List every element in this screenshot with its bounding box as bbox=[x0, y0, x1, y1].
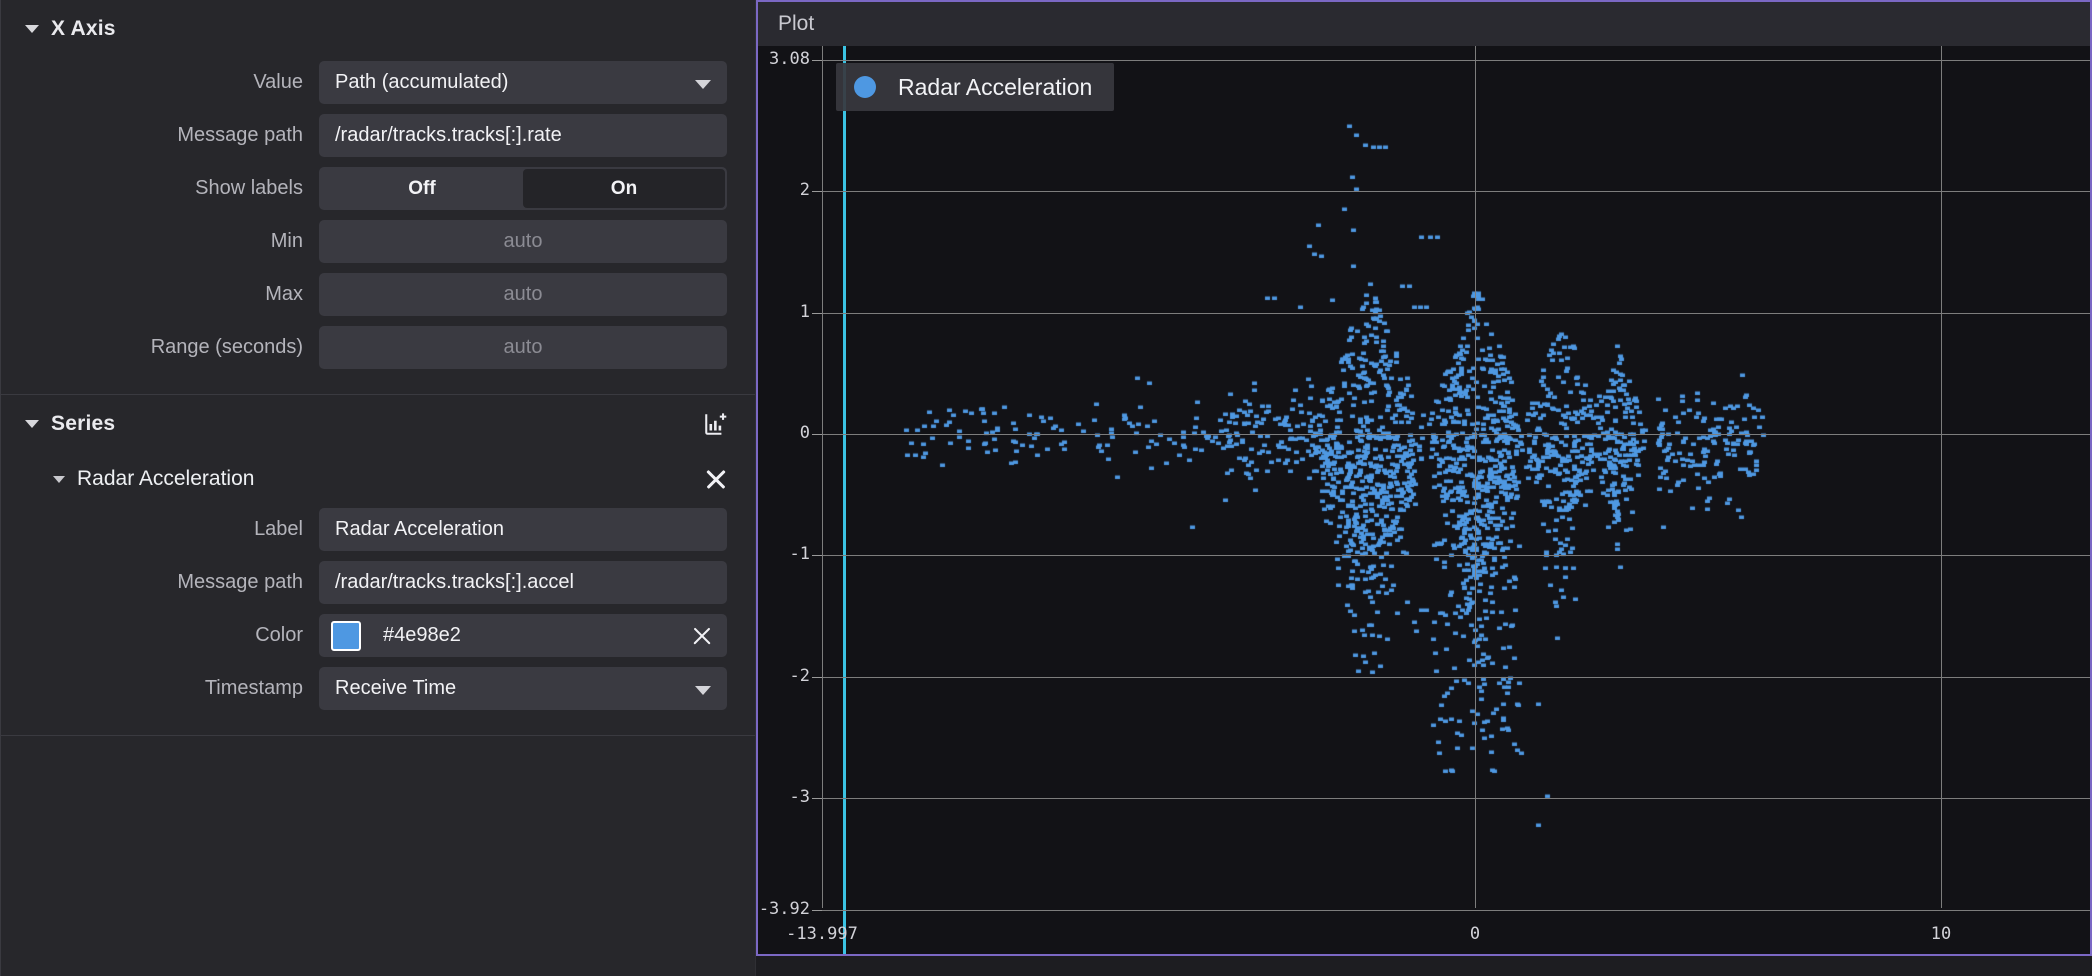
y-tick bbox=[812, 555, 822, 556]
show-labels-off-option[interactable]: Off bbox=[321, 169, 523, 208]
x-gridline bbox=[1475, 46, 1476, 908]
plot-panel-title: Plot bbox=[778, 12, 814, 36]
min-placeholder: auto bbox=[335, 230, 711, 253]
message-path-label: Message path bbox=[1, 124, 319, 147]
min-label: Min bbox=[1, 230, 319, 253]
y-axis-tick-label: 2 bbox=[800, 180, 810, 200]
series-section: Series Radar Acceleration bbox=[1, 395, 755, 735]
max-label: Max bbox=[1, 283, 319, 306]
chevron-down-icon bbox=[695, 686, 711, 695]
y-gridline bbox=[822, 555, 2090, 556]
y-axis-tick-label: 0 bbox=[800, 423, 810, 443]
x-gridline bbox=[1941, 46, 1942, 908]
y-axis-tick-label: -1 bbox=[790, 544, 810, 564]
value-select[interactable]: Path (accumulated) bbox=[319, 61, 727, 104]
message-path-value: /radar/tracks.tracks[:].rate bbox=[335, 124, 562, 147]
series-message-path-value: /radar/tracks.tracks[:].accel bbox=[335, 571, 574, 594]
series-timestamp-select[interactable]: Receive Time bbox=[319, 667, 727, 710]
range-seconds-input[interactable]: auto bbox=[319, 326, 727, 369]
sidebar-empty-area bbox=[1, 735, 755, 976]
field-row-max: Max auto bbox=[1, 270, 755, 319]
field-row-show-labels: Show labels Off On bbox=[1, 164, 755, 213]
x-axis-tick-label: -13.997 bbox=[786, 924, 858, 944]
x-axis-tick-label: 0 bbox=[1470, 924, 1480, 944]
value-select-text: Path (accumulated) bbox=[335, 71, 508, 94]
x-axis-tick-label: 10 bbox=[1931, 924, 1951, 944]
y-tick bbox=[812, 910, 822, 911]
add-chart-icon[interactable] bbox=[699, 407, 733, 441]
range-seconds-placeholder: auto bbox=[335, 336, 711, 359]
series-timestamp-label: Timestamp bbox=[1, 677, 319, 700]
show-labels-on-option[interactable]: On bbox=[523, 169, 725, 208]
playback-cursor-line[interactable] bbox=[843, 46, 846, 954]
series-item-header[interactable]: Radar Acceleration bbox=[1, 453, 755, 505]
plot-panel-header[interactable]: Plot bbox=[758, 2, 2090, 46]
x-gridline bbox=[822, 46, 823, 908]
field-row-range-seconds: Range (seconds) auto bbox=[1, 323, 755, 372]
min-input[interactable]: auto bbox=[319, 220, 727, 263]
series-message-path-input[interactable]: /radar/tracks.tracks[:].accel bbox=[319, 561, 727, 604]
series-label-label: Label bbox=[1, 518, 319, 541]
y-gridline bbox=[822, 434, 2090, 435]
series-color-input[interactable]: #4e98e2 bbox=[319, 614, 727, 657]
y-tick bbox=[812, 60, 822, 61]
y-tick bbox=[812, 798, 822, 799]
close-icon[interactable] bbox=[701, 464, 731, 494]
field-row-series-label: Label Radar Acceleration bbox=[1, 505, 755, 554]
color-swatch[interactable] bbox=[331, 621, 361, 651]
message-path-input[interactable]: /radar/tracks.tracks[:].rate bbox=[319, 114, 727, 157]
series-section-header[interactable]: Series bbox=[1, 395, 755, 453]
field-row-series-color: Color #4e98e2 bbox=[1, 611, 755, 660]
show-labels-label: Show labels bbox=[1, 177, 319, 200]
y-tick bbox=[812, 191, 822, 192]
show-labels-toggle[interactable]: Off On bbox=[319, 167, 727, 210]
caret-down-icon[interactable] bbox=[25, 25, 39, 33]
y-gridline bbox=[822, 313, 2090, 314]
y-tick bbox=[812, 434, 822, 435]
field-row-series-timestamp: Timestamp Receive Time bbox=[1, 664, 755, 713]
field-row-value: Value Path (accumulated) bbox=[1, 58, 755, 107]
x-axis-section-header[interactable]: X Axis bbox=[1, 0, 755, 58]
y-axis-tick-label: -3 bbox=[790, 787, 810, 807]
settings-sidebar: X Axis Value Path (accumulated) Message … bbox=[0, 0, 756, 976]
range-seconds-label: Range (seconds) bbox=[1, 336, 319, 359]
legend-color-dot bbox=[854, 76, 876, 98]
field-row-message-path-x: Message path /radar/tracks.tracks[:].rat… bbox=[1, 111, 755, 160]
max-placeholder: auto bbox=[335, 283, 711, 306]
series-timestamp-value: Receive Time bbox=[335, 677, 456, 700]
x-axis-title: X Axis bbox=[51, 17, 116, 41]
series-label-value: Radar Acceleration bbox=[335, 518, 504, 541]
y-axis-tick-label: -2 bbox=[790, 666, 810, 686]
y-axis-tick-label: -3.92 bbox=[759, 899, 810, 919]
caret-down-icon[interactable] bbox=[53, 476, 65, 483]
y-gridline bbox=[822, 191, 2090, 192]
y-gridline bbox=[822, 677, 2090, 678]
scatter-plot-canvas[interactable] bbox=[758, 46, 2090, 954]
y-axis-tick-label: 3.08 bbox=[769, 49, 810, 69]
y-axis-tick-label: 1 bbox=[800, 302, 810, 322]
field-row-series-message-path: Message path /radar/tracks.tracks[:].acc… bbox=[1, 558, 755, 607]
series-message-path-label: Message path bbox=[1, 571, 319, 594]
max-input[interactable]: auto bbox=[319, 273, 727, 316]
series-title: Series bbox=[51, 412, 115, 436]
plot-panel: Plot Radar Acceleration 3.08210-1-2-3-3.… bbox=[756, 0, 2092, 956]
y-gridline bbox=[822, 798, 2090, 799]
legend-label: Radar Acceleration bbox=[898, 74, 1092, 101]
value-label: Value bbox=[1, 71, 319, 94]
y-gridline bbox=[822, 60, 2090, 61]
series-color-label: Color bbox=[1, 624, 319, 647]
y-tick bbox=[812, 677, 822, 678]
plot-legend[interactable]: Radar Acceleration bbox=[836, 63, 1114, 111]
y-gridline bbox=[822, 910, 2090, 911]
series-item-name: Radar Acceleration bbox=[77, 467, 254, 491]
field-row-min: Min auto bbox=[1, 217, 755, 266]
chevron-down-icon bbox=[695, 80, 711, 89]
y-tick bbox=[812, 313, 822, 314]
close-icon[interactable] bbox=[691, 625, 713, 647]
x-axis-section: X Axis Value Path (accumulated) Message … bbox=[1, 0, 755, 395]
series-label-input[interactable]: Radar Acceleration bbox=[319, 508, 727, 551]
caret-down-icon[interactable] bbox=[25, 420, 39, 428]
plot-canvas-area[interactable]: Radar Acceleration 3.08210-1-2-3-3.92-13… bbox=[758, 46, 2090, 954]
series-color-value: #4e98e2 bbox=[383, 624, 461, 647]
